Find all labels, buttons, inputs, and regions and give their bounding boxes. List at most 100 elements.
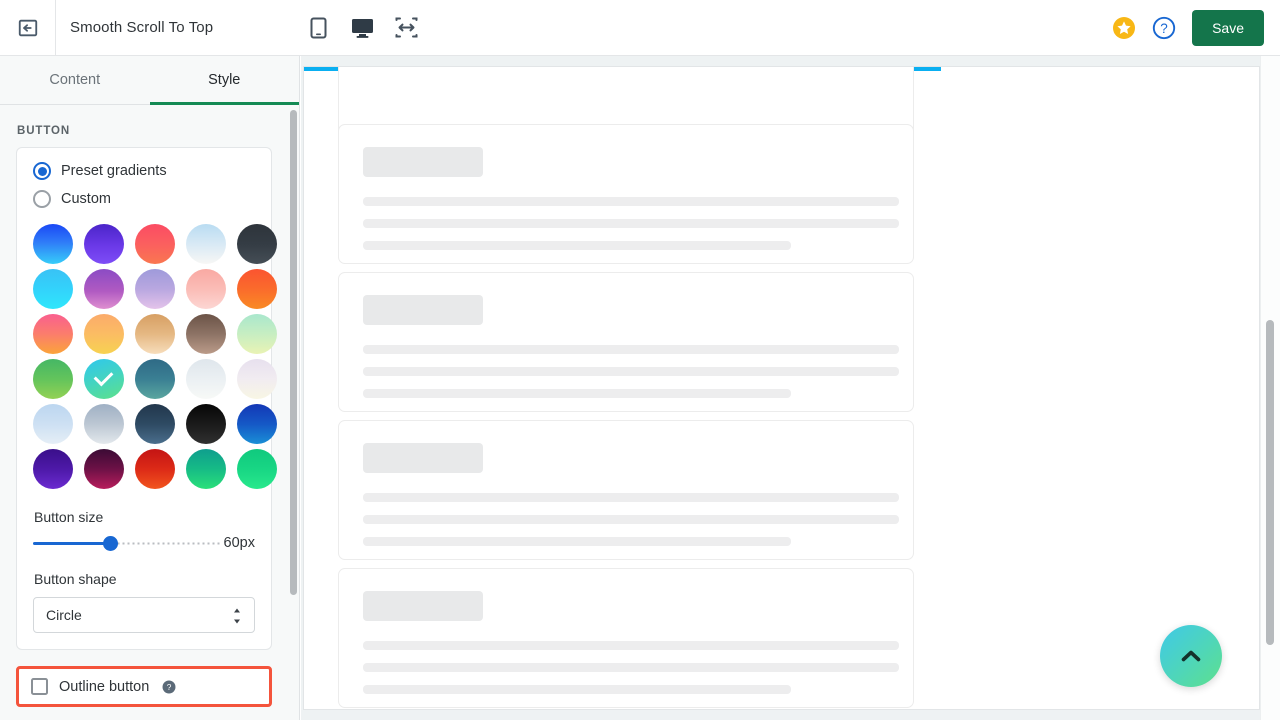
- radio-custom-label: Custom: [61, 191, 111, 207]
- gradient-swatch-navy-slate[interactable]: [135, 404, 175, 444]
- button-size-control: 60px: [33, 535, 255, 551]
- gradient-swatch-emerald[interactable]: [237, 449, 277, 489]
- radio-preset-gradients-label: Preset gradients: [61, 163, 167, 179]
- gradient-swatch-pink-orange[interactable]: [33, 314, 73, 354]
- button-size-slider[interactable]: [33, 535, 221, 551]
- gradient-swatch-peach-yellow[interactable]: [84, 314, 124, 354]
- gradient-swatch-baby-blue[interactable]: [33, 404, 73, 444]
- section-label-button: BUTTON: [17, 125, 71, 137]
- radio-preset-gradients-indicator: [33, 162, 51, 180]
- skeleton-line: [363, 389, 791, 398]
- tab-content[interactable]: Content: [0, 56, 150, 104]
- skeleton-line: [363, 493, 899, 502]
- gradient-swatch-lavender[interactable]: [135, 269, 175, 309]
- gradient-swatch-maroon-magenta[interactable]: [84, 449, 124, 489]
- help-circle-icon[interactable]: ?: [162, 680, 176, 694]
- star-icon[interactable]: [1112, 16, 1136, 40]
- tab-style[interactable]: Style: [149, 56, 300, 105]
- radio-custom[interactable]: Custom: [33, 190, 255, 208]
- settings-panel: Content Style BUTTON Preset gradients Cu…: [0, 56, 300, 720]
- gradient-swatch-green-lime[interactable]: [33, 359, 73, 399]
- skeleton-card: [338, 568, 914, 708]
- help-circle-icon[interactable]: ?: [1152, 16, 1176, 40]
- button-shape-select[interactable]: Circle: [33, 597, 255, 633]
- gradient-swatch-pale-lilac-cream[interactable]: [237, 359, 277, 399]
- skeleton-line: [363, 367, 899, 376]
- gradient-swatch-violet-indigo[interactable]: [33, 449, 73, 489]
- skeleton-line: [363, 515, 899, 524]
- preview-frame: [303, 66, 1260, 710]
- chevron-up-icon: [1181, 650, 1201, 662]
- gradient-swatch-teal-slate[interactable]: [135, 359, 175, 399]
- skeleton-line: [363, 241, 791, 250]
- gradient-swatch-ice-blue-white[interactable]: [186, 224, 226, 264]
- gradient-swatch-purple-magenta[interactable]: [84, 269, 124, 309]
- panel-tabs: Content Style: [0, 56, 299, 105]
- radio-preset-gradients[interactable]: Preset gradients: [33, 162, 255, 180]
- skeleton-line: [363, 685, 791, 694]
- button-size-value: 60px: [223, 535, 255, 551]
- chevron-updown-icon: [234, 608, 240, 624]
- gradient-swatch-blush-pink[interactable]: [186, 269, 226, 309]
- gradient-swatch-steel-grey[interactable]: [84, 404, 124, 444]
- gradient-swatch-pale-grey[interactable]: [186, 359, 226, 399]
- gradient-swatch-tan-cream[interactable]: [135, 314, 175, 354]
- panel-body: BUTTON Preset gradients Custom Button si…: [0, 105, 288, 720]
- gradient-swatch-teal-spring[interactable]: [186, 449, 226, 489]
- page-title: Smooth Scroll To Top: [70, 19, 214, 36]
- app-root: Smooth Scroll To Top ? Save Content Styl…: [0, 0, 1280, 720]
- top-bar-actions: ? Save: [1112, 0, 1264, 55]
- top-bar: Smooth Scroll To Top ? Save: [0, 0, 1280, 56]
- skeleton-heading: [363, 295, 483, 325]
- slider-handle[interactable]: [103, 536, 118, 551]
- outline-button-highlight: Outline button ?: [16, 666, 272, 707]
- skeleton-line: [363, 345, 899, 354]
- preview-area: [301, 56, 1280, 720]
- svg-text:?: ?: [167, 682, 172, 692]
- gradient-swatch-indigo-violet[interactable]: [84, 224, 124, 264]
- skeleton-heading: [363, 591, 483, 621]
- skeleton-line: [363, 663, 899, 672]
- skeleton-card: [338, 124, 914, 264]
- button-style-card: Preset gradients Custom Button size 60px: [16, 147, 277, 650]
- skeleton-line: [363, 197, 899, 206]
- fullwidth-view-icon[interactable]: [393, 15, 419, 41]
- skeleton-line: [363, 641, 899, 650]
- skeleton-line: [363, 537, 791, 546]
- button-shape-label: Button shape: [34, 571, 117, 587]
- back-button[interactable]: [0, 0, 56, 55]
- save-button[interactable]: Save: [1192, 9, 1264, 46]
- gradient-swatch-mint-lime[interactable]: [237, 314, 277, 354]
- skeleton-card: [338, 420, 914, 560]
- gradient-swatch-charcoal[interactable]: [237, 224, 277, 264]
- scroll-to-top-button[interactable]: [1160, 625, 1222, 687]
- radio-custom-indicator: [33, 190, 51, 208]
- gradient-swatch-royal-blue[interactable]: [237, 404, 277, 444]
- gradient-swatch-sky-cyan[interactable]: [33, 269, 73, 309]
- button-size-label: Button size: [34, 509, 104, 525]
- mobile-view-icon[interactable]: [305, 15, 331, 41]
- skeleton-card: [338, 272, 914, 412]
- slider-fill: [33, 542, 111, 545]
- gradient-swatch-red-orange[interactable]: [135, 449, 175, 489]
- skeleton-line: [363, 219, 899, 228]
- outline-button-checkbox[interactable]: [31, 678, 48, 695]
- gradient-swatch-grid: [33, 224, 277, 489]
- skeleton-heading: [363, 443, 483, 473]
- back-arrow-boxed-icon: [18, 19, 37, 36]
- svg-text:?: ?: [1160, 21, 1168, 36]
- slider-track-remainder: [111, 542, 221, 545]
- gradient-swatch-red-coral[interactable]: [135, 224, 175, 264]
- gradient-swatch-black[interactable]: [186, 404, 226, 444]
- gradient-swatch-blue-cyan[interactable]: [33, 224, 73, 264]
- button-shape-value: Circle: [46, 607, 82, 623]
- outline-button-label: Outline button: [59, 678, 150, 695]
- settings-panel-scrollbar[interactable]: [290, 110, 297, 595]
- gradient-swatch-orange-red[interactable]: [237, 269, 277, 309]
- desktop-view-icon[interactable]: [349, 15, 375, 41]
- skeleton-heading: [363, 147, 483, 177]
- device-preview-switcher: [305, 0, 419, 55]
- preview-scrollbar[interactable]: [1266, 320, 1274, 645]
- gradient-swatch-cyan-green[interactable]: [84, 359, 124, 399]
- gradient-swatch-brown-taupe[interactable]: [186, 314, 226, 354]
